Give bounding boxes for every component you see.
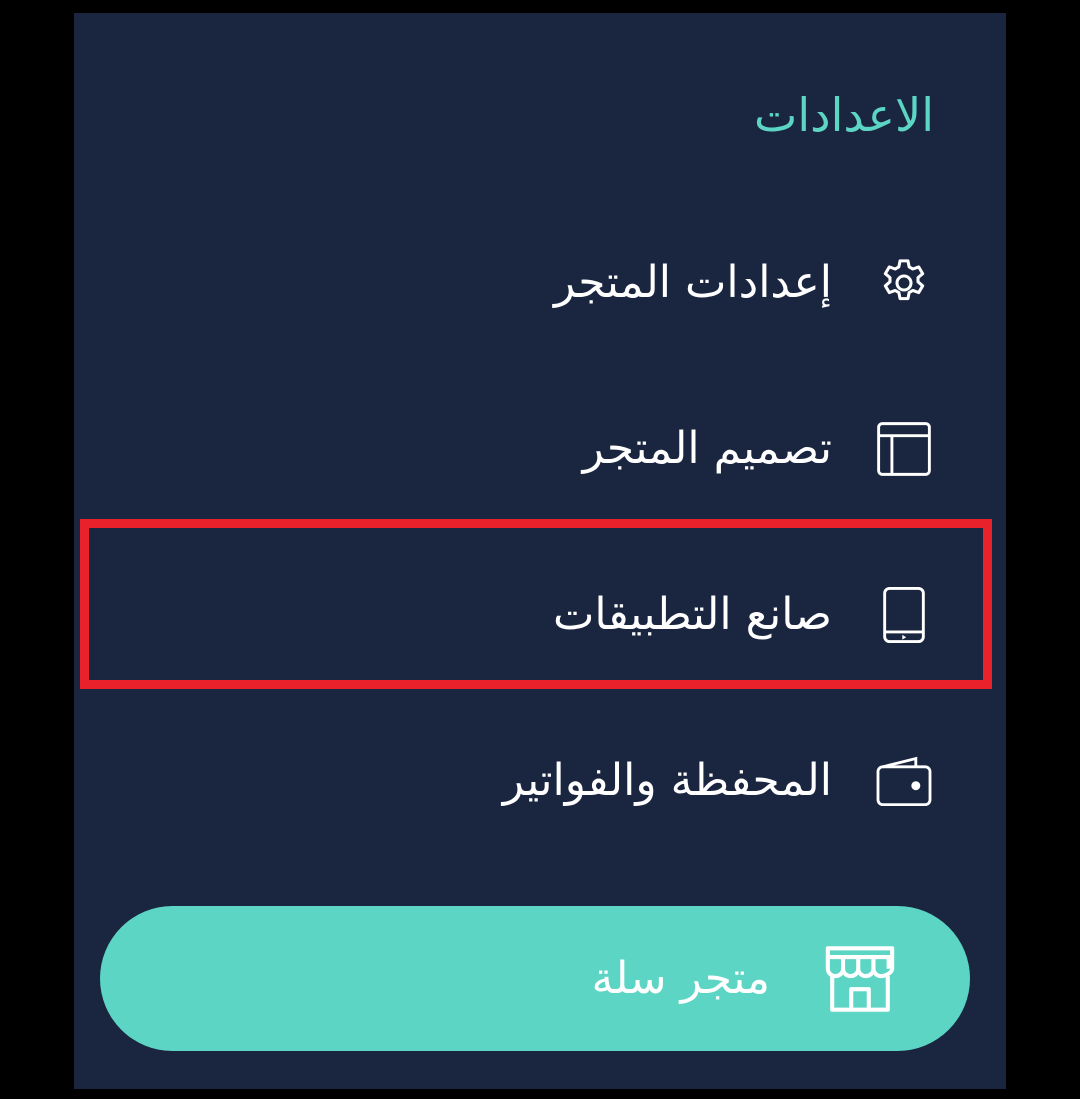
sidebar-item-store-settings[interactable]: إعدادات المتجر <box>174 243 934 323</box>
section-title: الاعدادات <box>754 88 934 142</box>
sidebar-item-app-builder[interactable]: صانع التطبيقات <box>174 575 934 655</box>
storefront-icon <box>820 939 900 1019</box>
settings-sidebar: الاعدادات إعدادات المتجر تصميم المتجر صا… <box>74 13 1006 1089</box>
gear-icon <box>874 253 934 313</box>
mobile-app-icon <box>874 585 934 645</box>
sidebar-item-label: المحفظة والفواتير <box>502 755 832 806</box>
sidebar-item-label: إعدادات المتجر <box>553 257 832 308</box>
sidebar-item-wallet-invoices[interactable]: المحفظة والفواتير <box>174 741 934 821</box>
store-button-label: متجر سلة <box>591 952 770 1004</box>
sidebar-item-store-design[interactable]: تصميم المتجر <box>174 409 934 489</box>
wallet-icon <box>874 751 934 811</box>
store-button[interactable]: متجر سلة <box>100 906 970 1051</box>
layout-icon <box>874 419 934 479</box>
sidebar-item-label: تصميم المتجر <box>582 423 832 474</box>
sidebar-item-label: صانع التطبيقات <box>552 589 832 640</box>
